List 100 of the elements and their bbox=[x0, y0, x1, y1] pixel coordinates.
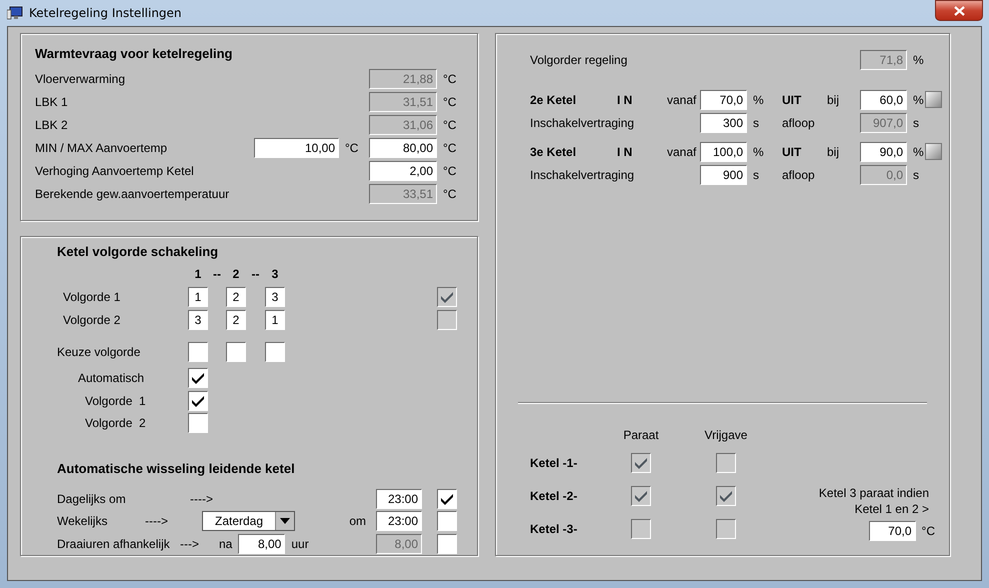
column-header: 2 bbox=[232, 267, 240, 281]
field-label: I N bbox=[617, 144, 634, 158]
section-title: Automatische wisseling leidende ketel bbox=[57, 460, 296, 476]
field-label: Berekende gew.aanvoertemperatuur bbox=[35, 186, 230, 200]
column-header: -- bbox=[212, 267, 222, 281]
unit-label: s bbox=[912, 116, 920, 130]
unit-label: uur bbox=[290, 536, 309, 551]
check-icon bbox=[191, 394, 205, 407]
field-label: UIT bbox=[782, 92, 802, 106]
input-field[interactable]: 2,00 bbox=[369, 160, 437, 180]
note-text: Ketel 1 en 2 > bbox=[854, 501, 929, 517]
checkbox[interactable] bbox=[437, 511, 457, 532]
field-label: afloop bbox=[782, 116, 816, 130]
check-icon bbox=[191, 372, 205, 384]
unit-label: % bbox=[912, 92, 925, 106]
input-field[interactable]: 1 bbox=[265, 310, 285, 330]
unit-label: °C bbox=[442, 118, 458, 132]
input-field[interactable]: 70,0 bbox=[868, 521, 916, 541]
column-header: -- bbox=[250, 267, 260, 281]
option-label: Automatisch bbox=[77, 371, 146, 386]
unit-label: s bbox=[752, 168, 760, 182]
input-field[interactable]: 23:00 bbox=[376, 488, 422, 509]
row-label: Volgorde 1 bbox=[62, 290, 122, 304]
field-label: bij bbox=[827, 92, 840, 106]
field-label: na bbox=[219, 536, 232, 551]
input-field[interactable] bbox=[265, 342, 285, 362]
column-header: 1 bbox=[194, 267, 202, 281]
unit-label: % bbox=[752, 92, 765, 106]
field-label: MIN / MAX Aanvoertemp bbox=[35, 140, 168, 154]
field-label: bij bbox=[827, 144, 840, 158]
input-field[interactable]: 80,00 bbox=[369, 138, 437, 158]
unit-label: °C bbox=[442, 94, 458, 108]
input-field[interactable]: 3 bbox=[188, 310, 208, 330]
check-icon bbox=[440, 290, 454, 302]
row-label: Volgorde 2 bbox=[62, 312, 122, 326]
unit-label: °C bbox=[442, 140, 458, 154]
section-title: Ketel volgorde schakeling bbox=[57, 244, 220, 259]
input-field[interactable] bbox=[226, 342, 246, 362]
field-label: LBK 2 bbox=[35, 118, 69, 132]
field-label: om bbox=[349, 514, 366, 528]
input-field[interactable]: 70,0 bbox=[700, 90, 747, 110]
unit-label: % bbox=[912, 144, 925, 158]
field-label: Verhoging Aanvoertemp Ketel bbox=[35, 164, 195, 178]
unit-label: s bbox=[752, 116, 760, 130]
checkbox[interactable] bbox=[437, 488, 457, 509]
input-field[interactable]: 100,0 bbox=[700, 142, 747, 162]
field-label: Inschakelvertraging bbox=[530, 168, 636, 182]
option-label: Volgorde 2 bbox=[84, 416, 147, 430]
input-field[interactable]: 1 bbox=[188, 286, 208, 306]
input-field[interactable]: 300 bbox=[700, 112, 747, 132]
row-label: Ketel -2- bbox=[530, 488, 578, 502]
unit-label: % bbox=[752, 144, 765, 158]
input-field[interactable] bbox=[188, 342, 208, 362]
column-header: Vrijgave bbox=[704, 428, 748, 442]
column-header: 3 bbox=[270, 267, 280, 281]
unit-label: °C bbox=[442, 164, 458, 178]
indicator-lamp bbox=[925, 91, 942, 108]
check-icon bbox=[634, 490, 648, 502]
field-label: vanaf bbox=[667, 144, 698, 158]
input-field[interactable]: 2 bbox=[226, 286, 246, 306]
input-field[interactable]: 23:00 bbox=[376, 511, 422, 532]
close-icon bbox=[954, 6, 964, 16]
checkbox[interactable] bbox=[188, 368, 208, 388]
unit-label: °C bbox=[442, 72, 458, 86]
arrow-text: ---> bbox=[180, 536, 199, 551]
input-field[interactable]: 3 bbox=[265, 286, 285, 306]
checkbox[interactable] bbox=[188, 413, 208, 434]
monitor-icon bbox=[7, 6, 23, 20]
field-label: I N bbox=[617, 92, 634, 106]
field-label: afloop bbox=[782, 168, 816, 182]
row-label: Keuze volgorde bbox=[57, 345, 142, 359]
field-label: Inschakelvertraging bbox=[530, 116, 636, 130]
window-title: Ketelregeling Instellingen bbox=[29, 6, 182, 20]
input-field[interactable]: 2 bbox=[226, 310, 246, 330]
checkbox[interactable] bbox=[437, 534, 457, 554]
field-label: LBK 1 bbox=[35, 94, 69, 108]
row-label: Dagelijks om bbox=[57, 492, 127, 506]
field-label: Vloerverwarming bbox=[35, 72, 126, 86]
row-label: Draaiuren afhankelijk bbox=[57, 536, 171, 551]
option-label: Volgorde 1 bbox=[84, 394, 147, 408]
field-label: UIT bbox=[782, 144, 802, 158]
checkbox[interactable] bbox=[188, 390, 208, 411]
input-field[interactable]: 60,0 bbox=[860, 90, 907, 110]
check-icon bbox=[440, 492, 454, 505]
row-label: Wekelijks bbox=[57, 514, 108, 528]
input-field[interactable]: 8,00 bbox=[238, 534, 286, 554]
unit-label: s bbox=[912, 168, 920, 182]
check-icon bbox=[719, 490, 733, 502]
section-title: Warmtevraag voor ketelregeling bbox=[35, 46, 234, 61]
day-dropdown[interactable]: Zaterdag bbox=[202, 511, 295, 532]
field-label: vanaf bbox=[667, 92, 698, 106]
input-field[interactable]: 900 bbox=[700, 164, 747, 184]
close-button[interactable] bbox=[935, 0, 983, 21]
indicator-lamp bbox=[925, 143, 942, 160]
input-field[interactable]: 90,0 bbox=[860, 142, 907, 162]
field-label: Volgorder regeling bbox=[530, 52, 628, 66]
row-label: Ketel -3- bbox=[530, 522, 578, 536]
unit-label: % bbox=[912, 52, 925, 66]
row-label: 2e Ketel bbox=[530, 92, 578, 106]
input-field[interactable]: 10,00 bbox=[254, 138, 339, 158]
